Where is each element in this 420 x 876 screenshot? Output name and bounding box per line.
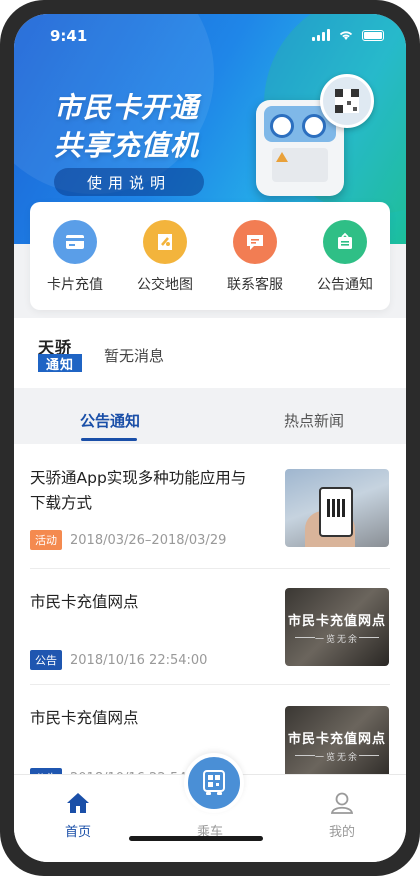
news-date: 2018/03/26–2018/03/29	[70, 532, 227, 548]
news-item[interactable]: 市民卡充值网点 公告 2018/10/16 22:54:00 市民卡充值网点 一…	[14, 568, 406, 684]
news-title: 市民卡充值网点	[30, 593, 139, 611]
news-list: 天骄通App实现多种功能应用与下载方式 活动 2018/03/26–2018/0…	[14, 444, 406, 784]
tab-profile[interactable]: 我的	[302, 791, 382, 840]
home-indicator[interactable]	[129, 836, 263, 841]
recharge-kiosk-illustration	[250, 74, 374, 204]
news-tabs: 公告通知 热点新闻	[14, 394, 406, 444]
map-icon	[143, 220, 187, 264]
news-title: 天骄通App实现多种功能应用与下载方式	[30, 469, 247, 512]
wifi-icon	[339, 31, 353, 40]
tab-label: 我的	[328, 825, 355, 840]
card-icon	[53, 220, 97, 264]
notice-icon	[323, 220, 367, 264]
quick-action-announcements[interactable]: 公告通知	[305, 220, 385, 294]
quick-action-label: 联系客服	[227, 277, 283, 293]
tab-announcements[interactable]: 公告通知	[80, 410, 140, 431]
chat-icon	[233, 220, 277, 264]
quick-action-bus-map[interactable]: 公交地图	[125, 220, 205, 294]
usage-guide-button[interactable]: 使用说明	[54, 168, 204, 196]
quick-action-label: 公交地图	[137, 277, 193, 293]
news-item[interactable]: 天骄通App实现多种功能应用与下载方式 活动 2018/03/26–2018/0…	[14, 444, 406, 560]
tab-label: 首页	[64, 825, 91, 840]
news-thumbnail: 市民卡充值网点 一览无余	[285, 706, 389, 784]
news-tag: 公告	[30, 650, 62, 670]
qr-scan-icon	[203, 770, 225, 795]
quick-actions-card: 卡片充值 公交地图 联系客服 公告通知	[30, 202, 390, 310]
notice-message: 暂无消息	[104, 347, 165, 365]
news-date: 2018/10/16 22:54:00	[70, 652, 208, 668]
news-meta: 公告 2018/10/16 22:54:00	[30, 650, 207, 670]
hero-title-line2: 共享充值机	[54, 129, 200, 162]
news-thumbnail: 市民卡充值网点 一览无余	[285, 588, 389, 666]
qr-code-icon	[320, 74, 374, 128]
status-time: 9:41	[50, 27, 88, 45]
battery-icon	[362, 29, 384, 41]
notice-bar[interactable]: 天骄 通知 暂无消息	[14, 318, 406, 388]
news-title: 市民卡充值网点	[30, 709, 139, 727]
quick-action-label: 公告通知	[317, 277, 373, 293]
tianjiao-notice-logo: 天骄 通知	[38, 334, 84, 373]
quick-action-card-recharge[interactable]: 卡片充值	[35, 220, 115, 294]
quick-action-label: 卡片充值	[47, 277, 103, 293]
home-icon	[67, 793, 89, 813]
quick-action-contact-support[interactable]: 联系客服	[215, 220, 295, 294]
ride-qr-button[interactable]	[184, 753, 244, 813]
active-tab-indicator	[81, 438, 137, 441]
news-thumbnail	[285, 469, 389, 547]
tab-hot-news[interactable]: 热点新闻	[284, 410, 344, 431]
bottom-tab-bar: 首页 乘车 我的	[14, 753, 406, 862]
hero-title-line1: 市民卡开通	[54, 91, 200, 124]
news-meta: 活动 2018/03/26–2018/03/29	[30, 530, 226, 550]
news-tag: 活动	[30, 530, 62, 550]
phone-frame: 9:41 市民卡开通 共享充值机 使用说明 卡片充值 公交地图 联系客服 公告通…	[0, 0, 420, 876]
status-bar: 9:41	[14, 14, 406, 58]
tab-home[interactable]: 首页	[38, 791, 118, 840]
signal-icon	[312, 29, 330, 41]
warning-icon	[276, 152, 288, 162]
app-screen: 9:41 市民卡开通 共享充值机 使用说明 卡片充值 公交地图 联系客服 公告通…	[14, 14, 406, 862]
status-icons	[312, 29, 384, 41]
user-icon	[330, 792, 354, 814]
